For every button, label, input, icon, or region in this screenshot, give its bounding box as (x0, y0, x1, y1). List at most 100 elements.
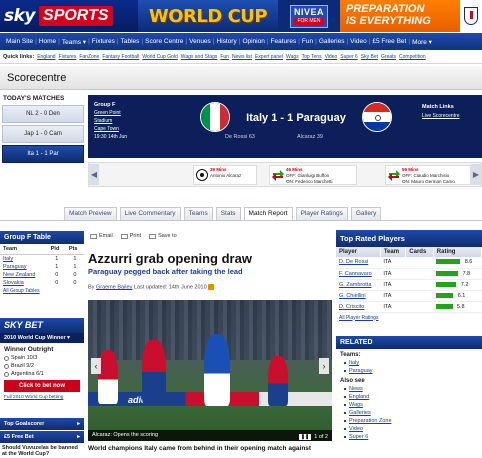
match-button[interactable]: NL 2 - 0 Den (2, 105, 84, 123)
article-photo[interactable]: adidas ‹ › Alcaraz: Opens the scoring ❚❚… (88, 300, 332, 441)
venue-link[interactable]: Stadium (94, 118, 112, 124)
nivea-ad[interactable]: NIVEA FOR MEN (278, 0, 340, 32)
skybet-logo[interactable]: SKY BET (0, 318, 84, 333)
team-link[interactable]: Slovakia (3, 280, 24, 286)
tab-match-preview[interactable]: Match Preview (64, 207, 117, 220)
quick-link[interactable]: England (37, 54, 55, 60)
quick-link[interactable]: Super 6 (340, 54, 358, 60)
related-link[interactable]: Wags (349, 402, 363, 408)
quick-link[interactable]: Sky Bet (361, 54, 378, 60)
main-nav-item[interactable]: History (215, 38, 239, 45)
all-group-tables-link[interactable]: All Group Tables (3, 288, 40, 294)
quick-link[interactable]: Greats (381, 54, 396, 60)
radio-icon[interactable] (4, 371, 9, 377)
all-ratings-link[interactable]: All Player Ratings (339, 315, 378, 321)
event-substitution[interactable]: 46 Mins OFF: Gianluigi Buffon ON: Federico… (269, 165, 357, 185)
team-cell[interactable]: Slovakia (0, 279, 48, 287)
main-nav-item[interactable]: Features (269, 38, 299, 45)
main-nav-item[interactable]: Galleries (317, 38, 347, 45)
team-cell[interactable]: New Zealand (0, 271, 48, 279)
tab-stats[interactable]: Stats (215, 207, 241, 220)
tab-live-commentary[interactable]: Live Commentary (119, 207, 181, 220)
tab-player-ratings[interactable]: Player Ratings (295, 207, 348, 220)
event-goal[interactable]: 39 Mins Antonio Alcaraz (193, 165, 257, 185)
pause-icon[interactable]: ❚❚ (298, 434, 312, 440)
events-next-arrow-icon[interactable]: ▶ (471, 164, 481, 185)
radio-icon[interactable] (4, 363, 9, 369)
full-betting-link[interactable]: Full 2010 World Cup betting (4, 395, 63, 400)
related-link[interactable]: Video (349, 426, 363, 432)
quick-link[interactable]: FanZone (79, 54, 99, 60)
click-to-bet-button[interactable]: Click to bet now (4, 380, 80, 392)
author-link[interactable]: Graeme Bailey (96, 284, 132, 290)
quick-link[interactable]: News list (232, 54, 252, 60)
player-link[interactable]: G. Zambrotta (339, 282, 371, 288)
quick-link[interactable]: Wags (286, 54, 299, 60)
quick-link[interactable]: Top Tens (302, 54, 322, 60)
tab-teams[interactable]: Teams (183, 207, 213, 220)
quick-link[interactable]: Fantasy Football (102, 54, 139, 60)
email-tool[interactable]: Email (90, 233, 113, 239)
venue-link[interactable]: Green Point (94, 110, 121, 116)
match-button[interactable]: Jap 1 - 0 Cam (2, 125, 84, 143)
skybet-market-select[interactable]: 2010 World Cup Winner ▾ (0, 333, 84, 343)
rss-icon[interactable] (208, 284, 215, 290)
main-nav-item[interactable]: Opinion (240, 38, 266, 45)
main-nav-item[interactable]: More ▾ (410, 38, 434, 46)
player-link[interactable]: F. Cannavaro (339, 271, 372, 277)
related-team-link[interactable]: Paraguay (349, 368, 373, 374)
main-nav-item[interactable]: Tables (119, 38, 142, 45)
team-cell[interactable]: Paraguay (0, 263, 48, 271)
top-goalscorer-bar[interactable]: Top Goalscorer ▸ (0, 418, 84, 430)
main-nav-item[interactable]: Video (348, 38, 369, 45)
save-tool[interactable]: Save to (149, 233, 177, 239)
team-cell[interactable]: Italy (0, 255, 48, 264)
photo-next-arrow-icon[interactable]: › (319, 358, 329, 374)
live-scorecentre-link[interactable]: Live Scorecentre (422, 113, 460, 119)
related-link[interactable]: Galleries (349, 410, 371, 416)
tab-match-report[interactable]: Match Report (243, 207, 293, 221)
team-link[interactable]: New Zealand (3, 272, 35, 278)
quick-link[interactable]: Fixtures (59, 54, 77, 60)
sky-sports-logo[interactable]: sky SPORTS (0, 0, 138, 32)
main-nav-item[interactable]: Fixtures (90, 38, 117, 45)
photo-prev-arrow-icon[interactable]: ‹ (91, 358, 101, 374)
main-nav-item[interactable]: Score Centre (143, 38, 185, 45)
preparation-ad[interactable]: PREPARATION IS EVERYTHING (340, 0, 460, 32)
main-nav-item[interactable]: £5 Free Bet (370, 38, 408, 45)
main-nav-item[interactable]: Main Site (4, 38, 35, 45)
bet-option[interactable]: Argentina 6/1 (0, 370, 84, 378)
team-link[interactable]: Paraguay (3, 264, 27, 270)
related-link[interactable]: England (349, 394, 369, 400)
match-button-active[interactable]: Ita 1 - 1 Par (2, 145, 84, 163)
venue-link[interactable]: Cape Town (94, 126, 119, 132)
player-link[interactable]: G. Chiellini (339, 293, 366, 299)
event-substitution[interactable]: 59 Mins OFF: Claudio Marchisio ON: Mauro G… (385, 165, 471, 185)
quick-link[interactable]: Wags and Stags (181, 54, 218, 60)
events-prev-arrow-icon[interactable]: ◀ (89, 164, 99, 185)
quick-link[interactable]: World Cup Gold (142, 54, 177, 60)
related-link[interactable]: News (349, 386, 363, 392)
bet-option[interactable]: Brazil 9/2 (0, 362, 84, 370)
free-bet-bar[interactable]: £5 Free Bet ▸ (0, 431, 84, 443)
photo-player (268, 356, 288, 406)
quick-link[interactable]: Expert panel (255, 54, 283, 60)
related-also-label: Also see (340, 378, 365, 384)
main-nav-item[interactable]: Teams ▾ (60, 38, 88, 46)
quick-link[interactable]: Fun (220, 54, 229, 60)
quick-link[interactable]: Competition (399, 54, 426, 60)
related-team-link[interactable]: Italy (349, 360, 359, 366)
main-nav-item[interactable]: Home (37, 38, 58, 45)
quick-link[interactable]: Video (325, 54, 338, 60)
team-link[interactable]: Italy (3, 256, 13, 262)
player-link[interactable]: D. Criscito (339, 304, 364, 310)
player-link[interactable]: D. De Rossi (339, 259, 368, 265)
related-link[interactable]: Super 6 (349, 434, 368, 440)
print-tool[interactable]: Print (120, 233, 141, 239)
tab-gallery[interactable]: Gallery (350, 207, 382, 220)
related-link[interactable]: Preparation Zone (349, 418, 392, 424)
radio-icon[interactable] (4, 355, 9, 361)
main-nav-item[interactable]: Venues (187, 38, 213, 45)
main-nav-item[interactable]: Fun (300, 38, 315, 45)
bet-option[interactable]: Spain 10/3 (0, 354, 84, 362)
